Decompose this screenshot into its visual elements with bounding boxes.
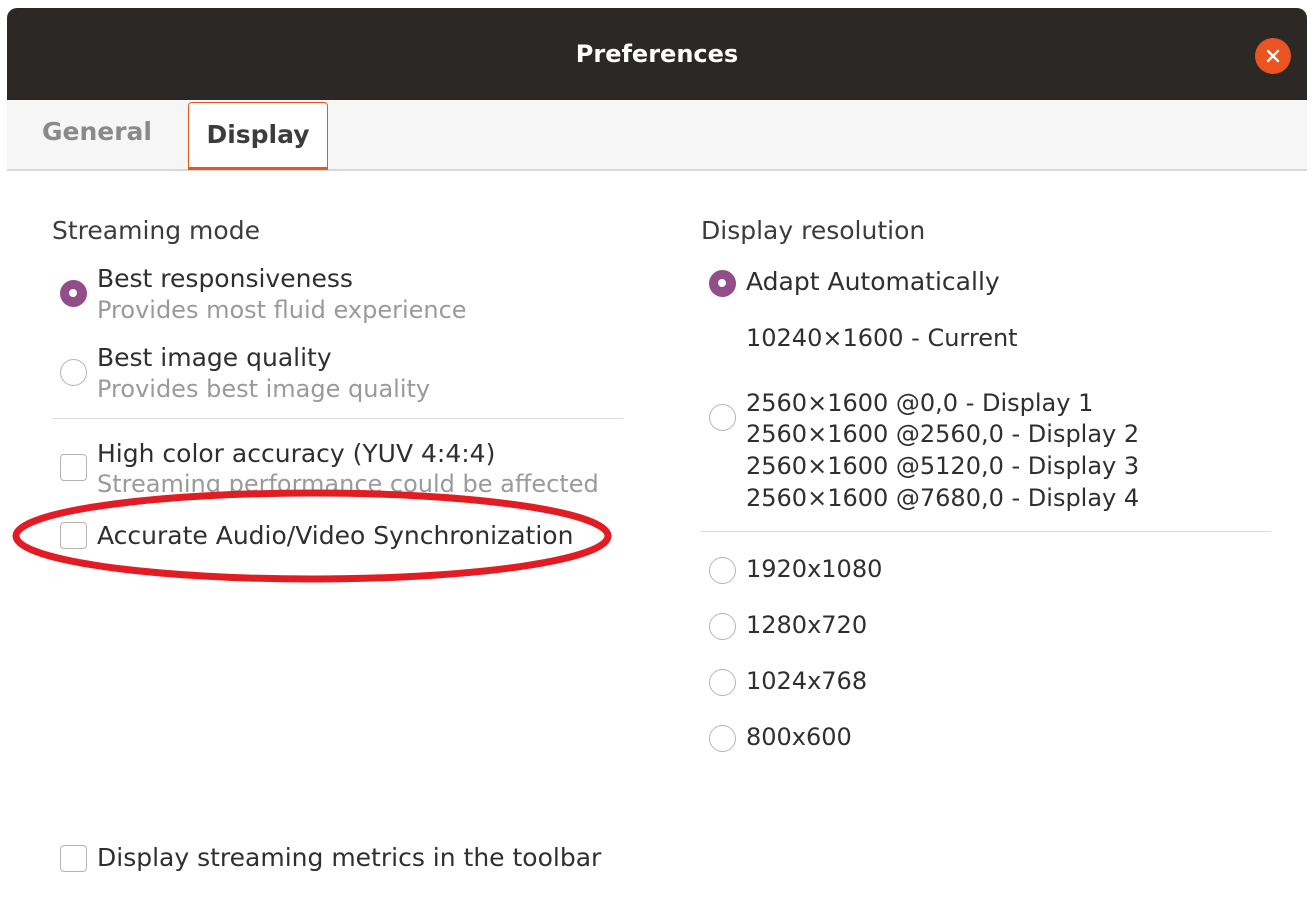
close-button[interactable]: [1255, 38, 1291, 74]
resolution-separator: [701, 531, 1271, 532]
high-color-accuracy-checkbox[interactable]: [60, 454, 87, 481]
resolution-1024x768-label: 1024x768: [746, 667, 868, 695]
radio-1920x1080[interactable]: [709, 557, 736, 584]
accurate-av-sync-label: Accurate Audio/Video Synchronization: [97, 521, 574, 550]
resolution-1280x720-label: 1280x720: [746, 611, 868, 639]
tab-general[interactable]: General: [37, 100, 157, 169]
streaming-metrics-checkbox[interactable]: [60, 845, 87, 872]
resolution-800x600-label: 800x600: [746, 723, 852, 751]
radio-1280x720[interactable]: [709, 613, 736, 640]
high-color-accuracy-label: High color accuracy (YUV 4:4:4): [97, 439, 496, 468]
radio-multi-display[interactable]: [709, 404, 736, 431]
display-resolution-heading: Display resolution: [701, 216, 926, 245]
window-title: Preferences: [575, 40, 739, 68]
streaming-mode-heading: Streaming mode: [52, 216, 260, 245]
preferences-window: Preferences General Display Streaming mo…: [7, 8, 1307, 917]
best-responsiveness-label: Best responsiveness: [97, 264, 353, 293]
display-3-line: 2560×1600 @5120,0 - Display 3: [746, 452, 1140, 480]
radio-adapt-automatically[interactable]: [709, 270, 736, 297]
accurate-av-sync-checkbox[interactable]: [60, 522, 87, 549]
radio-best-responsiveness[interactable]: [60, 280, 87, 307]
radio-best-image-quality[interactable]: [60, 359, 87, 386]
close-icon: [1266, 49, 1280, 63]
radio-1024x768[interactable]: [709, 669, 736, 696]
display-1-line: 2560×1600 @0,0 - Display 1: [746, 389, 1094, 417]
radio-800x600[interactable]: [709, 725, 736, 752]
resolution-1920x1080-label: 1920x1080: [746, 555, 883, 583]
best-image-quality-label: Best image quality: [97, 343, 332, 372]
title-bar: Preferences: [7, 8, 1307, 100]
tab-bar: General Display: [7, 100, 1307, 171]
current-resolution-text: 10240×1600 - Current: [746, 324, 1018, 352]
high-color-accuracy-description: Streaming performance could be affected: [97, 470, 599, 498]
best-responsiveness-description: Provides most fluid experience: [97, 296, 467, 324]
tab-display[interactable]: Display: [188, 102, 328, 170]
display-2-line: 2560×1600 @2560,0 - Display 2: [746, 420, 1140, 448]
best-image-quality-description: Provides best image quality: [97, 375, 431, 403]
display-4-line: 2560×1600 @7680,0 - Display 4: [746, 484, 1140, 512]
streaming-metrics-label: Display streaming metrics in the toolbar: [97, 843, 602, 872]
streaming-separator: [52, 418, 623, 419]
adapt-automatically-label: Adapt Automatically: [746, 267, 1000, 296]
